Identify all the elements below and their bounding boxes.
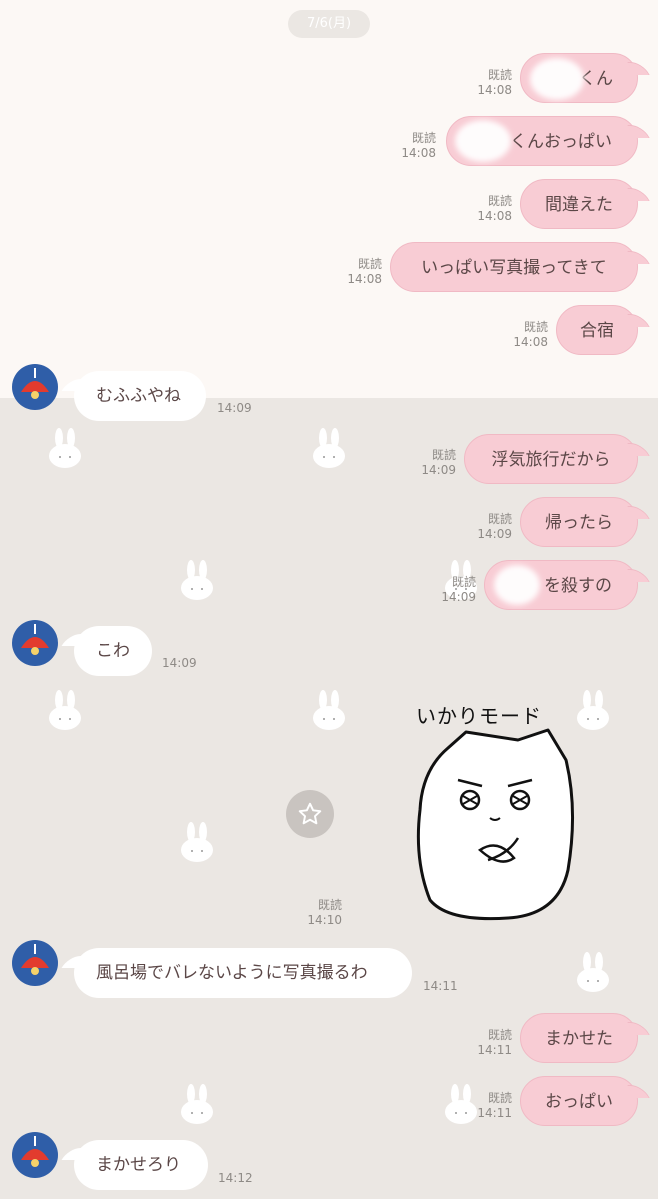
message-meta: 既読 14:08 xyxy=(401,131,436,160)
message-bubble-incoming[interactable]: 風呂場でバレないように写真撮るわ xyxy=(74,948,412,998)
message-bubble-incoming[interactable]: むふふやね xyxy=(74,371,206,421)
message-time: 14:09 xyxy=(162,656,197,670)
bunny-pattern-icon xyxy=(313,428,345,468)
date-separator: 7/6(月) xyxy=(288,10,370,38)
message-meta: 既読 14:09 xyxy=(477,512,512,541)
bunny-pattern-icon xyxy=(49,428,81,468)
lamp-icon xyxy=(21,1136,49,1167)
redaction-mark xyxy=(494,565,540,605)
message-bubble-outgoing[interactable]: 浮気旅行だから xyxy=(464,434,638,484)
bunny-pattern-icon xyxy=(181,1084,213,1124)
sticker-angry-cat[interactable]: いかりモード xyxy=(408,700,583,930)
redaction-mark xyxy=(455,120,511,162)
message-time: 14:11 xyxy=(423,979,458,993)
message-time: 14:09 xyxy=(217,401,252,415)
message-meta: 既読 14:09 xyxy=(441,575,476,604)
star-icon xyxy=(298,802,322,825)
message-bubble-outgoing[interactable]: まかせた xyxy=(520,1013,638,1063)
bunny-pattern-icon xyxy=(181,560,213,600)
bunny-pattern-icon xyxy=(181,822,213,862)
bunny-pattern-icon xyxy=(313,690,345,730)
message-meta: 既読 14:08 xyxy=(477,194,512,223)
bunny-pattern-icon xyxy=(577,952,609,992)
message-bubble-incoming[interactable]: まかせろり xyxy=(74,1140,208,1190)
avatar[interactable] xyxy=(12,620,58,666)
message-meta: 既読 14:11 xyxy=(477,1091,512,1120)
message-meta: 既読 14:10 xyxy=(307,898,342,927)
angry-cat-icon xyxy=(416,728,575,921)
lamp-icon xyxy=(21,944,49,975)
message-bubble-incoming[interactable]: こわ xyxy=(74,626,152,676)
message-bubble-outgoing[interactable]: 間違えた xyxy=(520,179,638,229)
message-bubble-outgoing[interactable]: おっぱい xyxy=(520,1076,638,1126)
message-bubble-outgoing[interactable]: 帰ったら xyxy=(520,497,638,547)
avatar[interactable] xyxy=(12,364,58,410)
lamp-icon xyxy=(21,624,49,655)
message-meta: 既読 14:09 xyxy=(421,448,456,477)
message-meta: 既読 14:11 xyxy=(477,1028,512,1057)
avatar[interactable] xyxy=(12,940,58,986)
lamp-icon xyxy=(21,368,49,399)
message-meta: 既読 14:08 xyxy=(513,320,548,349)
message-bubble-outgoing[interactable]: 合宿 xyxy=(556,305,638,355)
avatar[interactable] xyxy=(12,1132,58,1178)
favorite-button[interactable] xyxy=(286,790,334,838)
message-meta: 既読 14:08 xyxy=(347,257,382,286)
message-time: 14:12 xyxy=(218,1171,253,1185)
redaction-mark xyxy=(530,58,584,100)
bunny-pattern-icon xyxy=(49,690,81,730)
message-meta: 既読 14:08 xyxy=(477,68,512,97)
message-bubble-outgoing[interactable]: いっぱい写真撮ってきて xyxy=(390,242,638,292)
bunny-pattern-icon xyxy=(445,1084,477,1124)
